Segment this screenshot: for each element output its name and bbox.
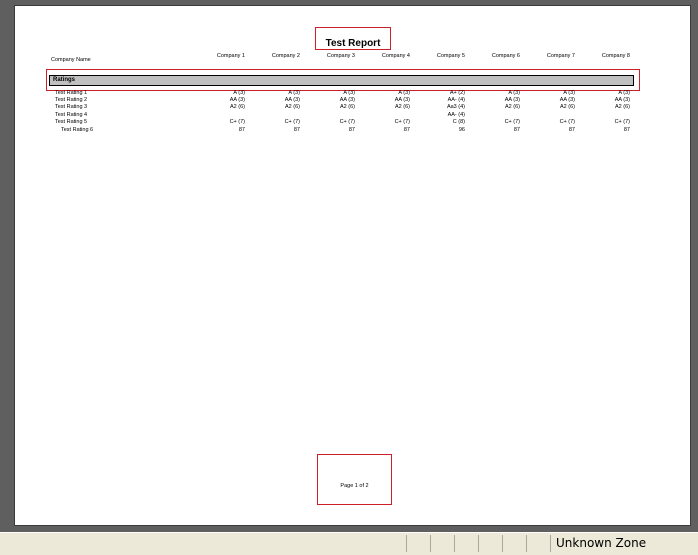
- column-header-company-5: Company 5: [436, 53, 465, 59]
- rating-cell: AA (3): [504, 97, 520, 103]
- rating-cell: A2 (6): [285, 104, 300, 110]
- rating-cell: A (3): [398, 90, 410, 96]
- rating-cell: C (8): [452, 119, 465, 125]
- row-label: Test Rating 6: [61, 127, 94, 133]
- title-field-box[interactable]: Test Report: [315, 27, 391, 50]
- rating-cell: C+ (7): [504, 119, 520, 125]
- security-zone-label: Unknown Zone: [556, 536, 647, 550]
- status-pane: [406, 535, 429, 552]
- rating-cell: A (3): [288, 90, 300, 96]
- rating-cell: A2 (6): [395, 104, 410, 110]
- rating-cell: 87: [568, 127, 575, 133]
- rating-cell: 87: [623, 127, 630, 133]
- rating-cell: AA- (4): [447, 97, 465, 103]
- row-label: Test Rating 4: [55, 112, 88, 118]
- column-header-company-8: Company 8: [601, 53, 630, 59]
- rating-cell: A (3): [618, 90, 630, 96]
- rating-cell: C+ (7): [229, 119, 245, 125]
- rating-cell: A2 (6): [505, 104, 520, 110]
- rating-cell: C+ (7): [394, 119, 410, 125]
- column-header-company-7: Company 7: [546, 53, 575, 59]
- rating-cell: AA (3): [339, 97, 355, 103]
- status-pane: [478, 535, 501, 552]
- section-header-ratings: Ratings: [49, 75, 634, 86]
- rating-cell: C+ (7): [284, 119, 300, 125]
- status-bar: Unknown Zone: [0, 532, 698, 555]
- rating-cell: A (3): [233, 90, 245, 96]
- rating-cell: A (3): [508, 90, 520, 96]
- rating-cell: A2 (6): [560, 104, 575, 110]
- row-label: Test Rating 5: [55, 119, 88, 125]
- rating-cell: 87: [348, 127, 355, 133]
- company-name-label: Company Name: [51, 57, 91, 63]
- rating-cell: A (3): [343, 90, 355, 96]
- row-label: Test Rating 2: [55, 97, 88, 103]
- footer-field-box[interactable]: Page 1 of 2: [317, 454, 392, 505]
- row-label: Test Rating 3: [55, 104, 88, 110]
- column-header-company-6: Company 6: [491, 53, 520, 59]
- status-pane: [526, 535, 549, 552]
- rating-cell: AA (3): [284, 97, 300, 103]
- rating-cell: AA (3): [559, 97, 575, 103]
- rating-cell: C+ (7): [559, 119, 575, 125]
- status-pane: [430, 535, 453, 552]
- section-field-box[interactable]: Ratings: [46, 69, 640, 91]
- status-pane: [454, 535, 477, 552]
- status-main-pane: [0, 535, 404, 552]
- column-header-company-2: Company 2: [271, 53, 300, 59]
- row-label: Test Rating 1: [55, 90, 88, 96]
- rating-cell: 87: [238, 127, 245, 133]
- rating-cell: 96: [458, 127, 465, 133]
- rating-cell: A+ (2): [449, 90, 465, 96]
- rating-cell: C+ (7): [614, 119, 630, 125]
- rating-cell: C+ (7): [339, 119, 355, 125]
- report-title: Test Report: [325, 38, 381, 49]
- rating-cell: AA (3): [614, 97, 630, 103]
- rating-cell: AA (3): [229, 97, 245, 103]
- rating-cell: A (3): [563, 90, 575, 96]
- page-number: Page 1 of 2: [340, 483, 369, 489]
- rating-cell: 87: [403, 127, 410, 133]
- rating-cell: 87: [293, 127, 300, 133]
- status-pane: [502, 535, 525, 552]
- rating-cell: Aa3 (4): [446, 104, 465, 110]
- rating-cell: AA- (4): [447, 112, 465, 118]
- column-header-company-1: Company 1: [216, 53, 245, 59]
- column-header-company-4: Company 4: [381, 53, 410, 59]
- rating-cell: A2 (6): [230, 104, 245, 110]
- report-viewer[interactable]: Test Report Company Name Company 1 Compan…: [0, 0, 698, 532]
- rating-cell: 87: [513, 127, 520, 133]
- rating-cell: AA (3): [394, 97, 410, 103]
- report-page: Test Report Company Name Company 1 Compan…: [14, 5, 691, 526]
- column-header-company-3: Company 3: [326, 53, 355, 59]
- rating-cell: A2 (6): [615, 104, 630, 110]
- rating-cell: A2 (6): [340, 104, 355, 110]
